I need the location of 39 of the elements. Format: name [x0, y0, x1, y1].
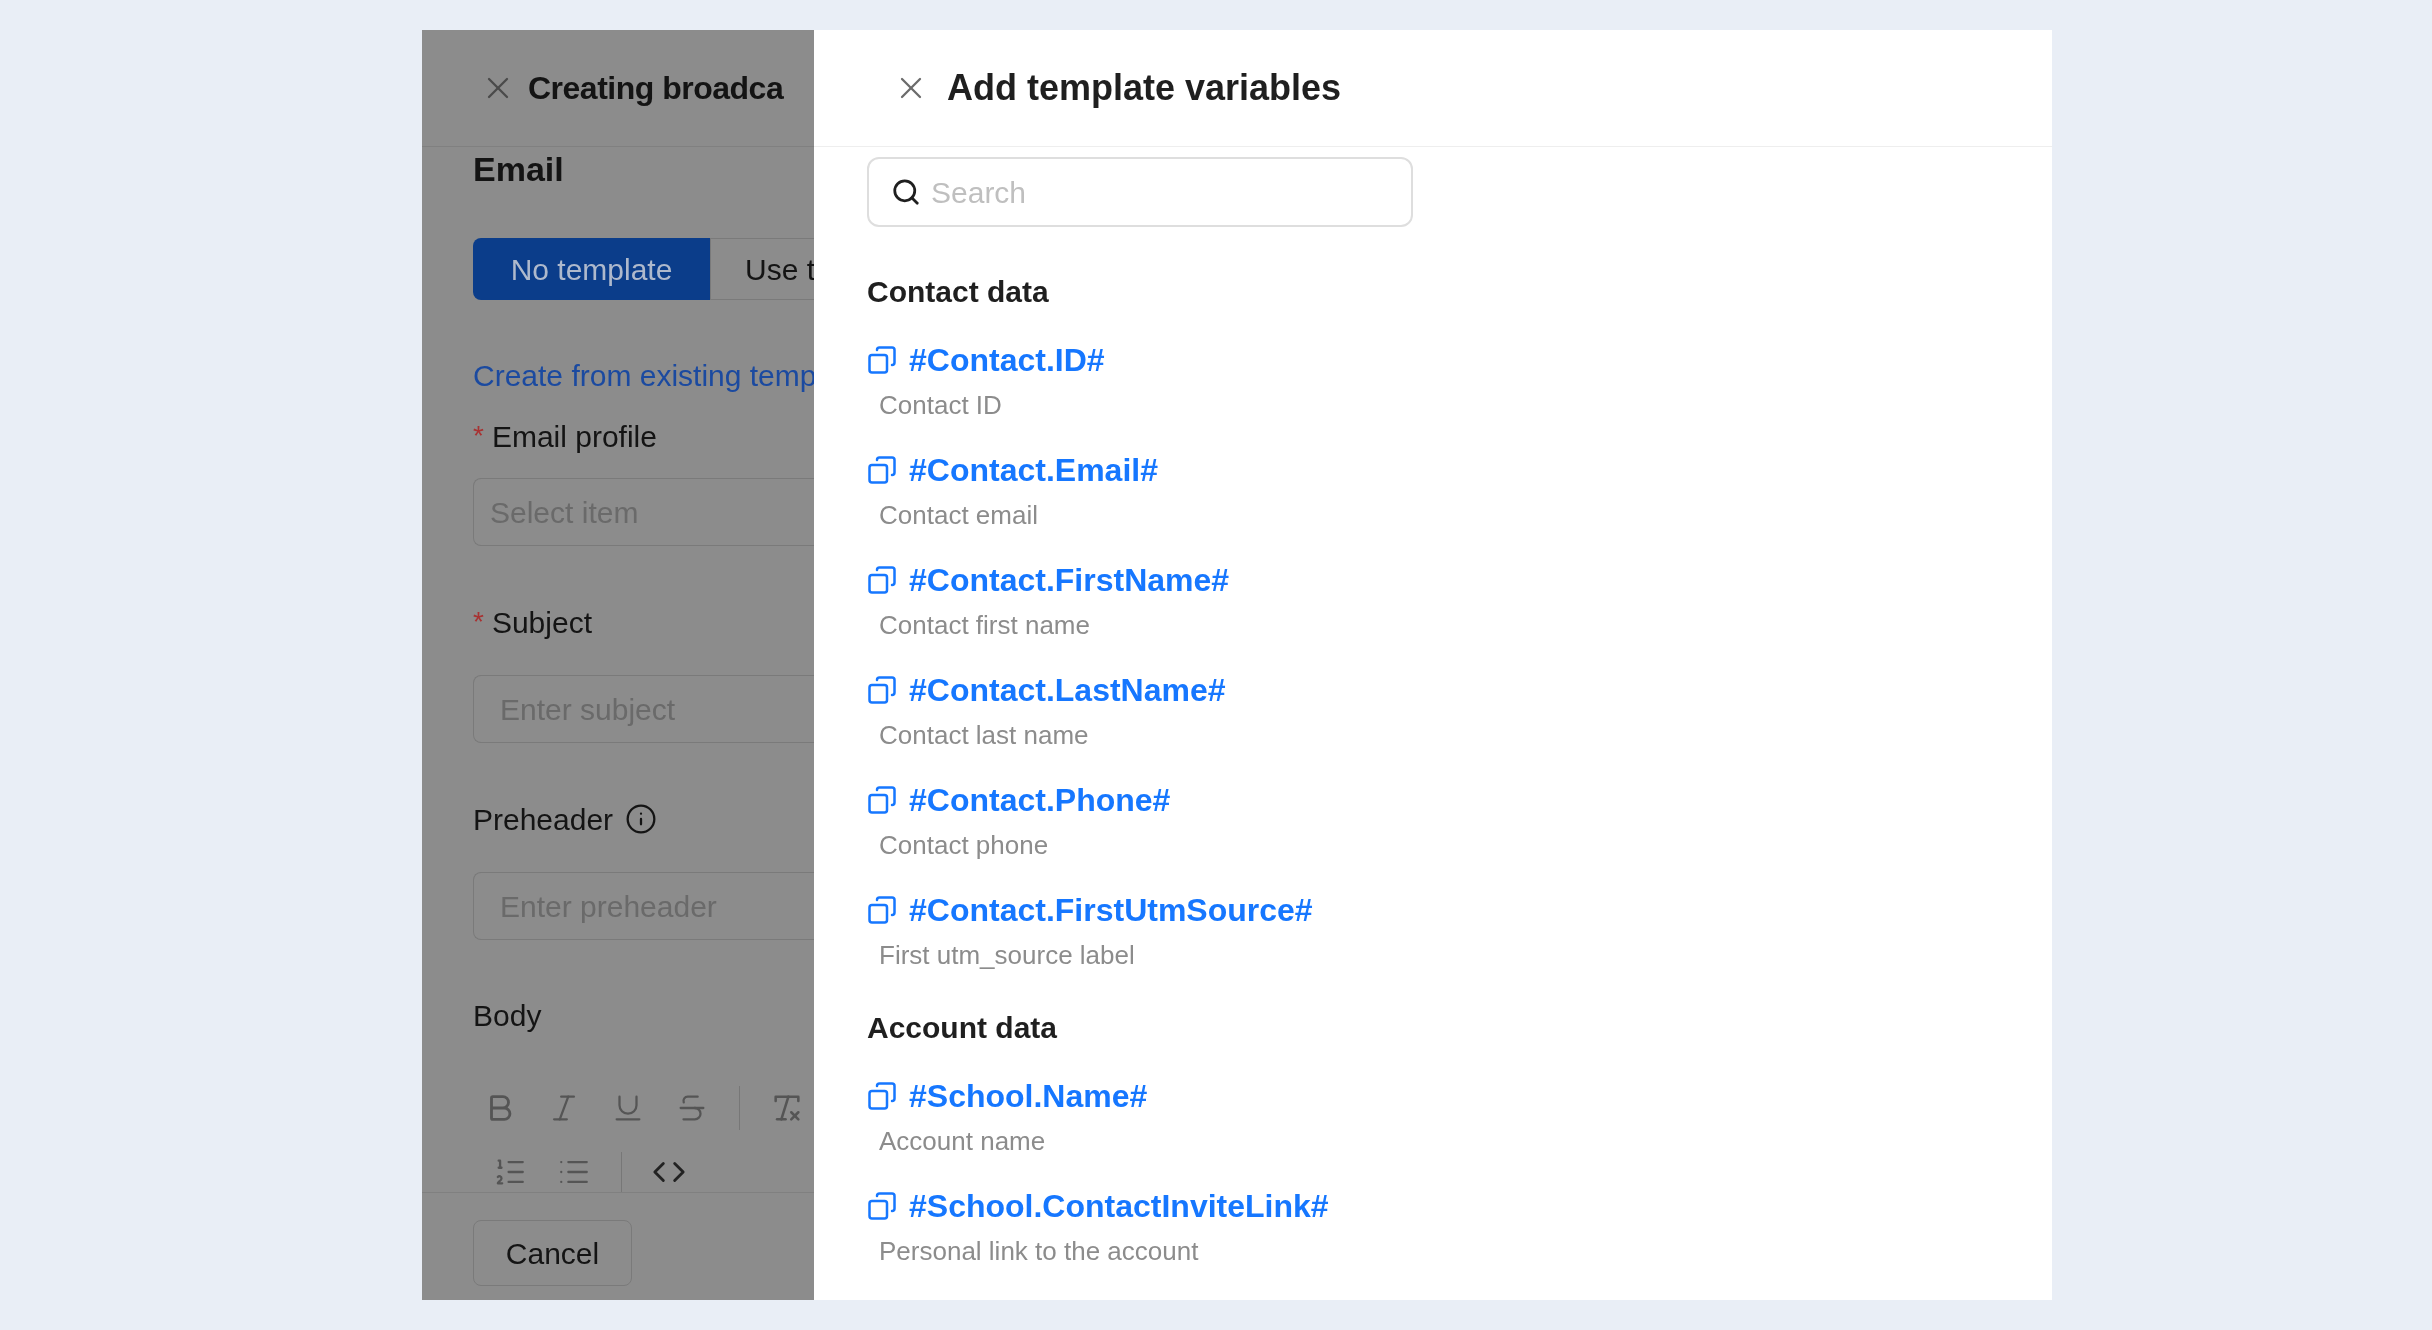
copy-icon[interactable]	[867, 455, 897, 485]
body-label: Body	[473, 998, 542, 1034]
search-icon	[891, 177, 921, 207]
group-heading: Contact data	[867, 274, 1049, 310]
field-label: Subject	[491, 604, 592, 641]
variable-description: Contact first name	[879, 609, 1090, 642]
section-heading: Email	[473, 149, 564, 190]
copy-icon[interactable]	[867, 1081, 897, 1111]
copy-icon[interactable]	[867, 895, 897, 925]
variable-name[interactable]: #School.Name#	[909, 1072, 1148, 1120]
variable-description: Contact phone	[879, 829, 1049, 862]
variable-name[interactable]: #Contact.LastName#	[909, 666, 1226, 714]
variable-description: First utm_source label	[879, 939, 1135, 972]
variable-name[interactable]: #Contact.FirstUtmSource#	[909, 886, 1313, 934]
variable-name[interactable]: #Contact.ID#	[909, 336, 1105, 384]
required-mark: *	[473, 605, 484, 639]
info-icon[interactable]	[625, 803, 658, 835]
copy-icon[interactable]	[867, 345, 897, 375]
variable-name[interactable]: #Contact.Phone#	[909, 776, 1171, 824]
cancel-button[interactable]: Cancel	[473, 1220, 632, 1286]
copy-icon[interactable]	[867, 1191, 897, 1221]
copy-icon[interactable]	[867, 675, 897, 705]
field-label: Preheader	[473, 801, 614, 838]
group-heading: Account data	[867, 1010, 1058, 1046]
variable-description: Personal link to the account	[879, 1235, 1199, 1268]
variable-name[interactable]: #Contact.Email#	[909, 446, 1158, 494]
copy-icon[interactable]	[867, 785, 897, 815]
variable-name[interactable]: #School.ContactInviteLink#	[909, 1182, 1329, 1230]
template-tab[interactable]: No template	[473, 238, 710, 300]
drawer-title: Add template variables	[947, 66, 1342, 110]
variable-name[interactable]: #Contact.FirstName#	[909, 556, 1230, 604]
field-label: Email profile	[491, 418, 657, 455]
required-mark: *	[473, 419, 484, 453]
variable-description: Account name	[879, 1125, 1046, 1158]
variable-description: Contact email	[879, 499, 1038, 532]
variable-description: Contact last name	[879, 719, 1089, 752]
copy-icon[interactable]	[867, 565, 897, 595]
form-title: Creating broadca	[528, 69, 784, 108]
variable-description: Contact ID	[879, 389, 1002, 422]
